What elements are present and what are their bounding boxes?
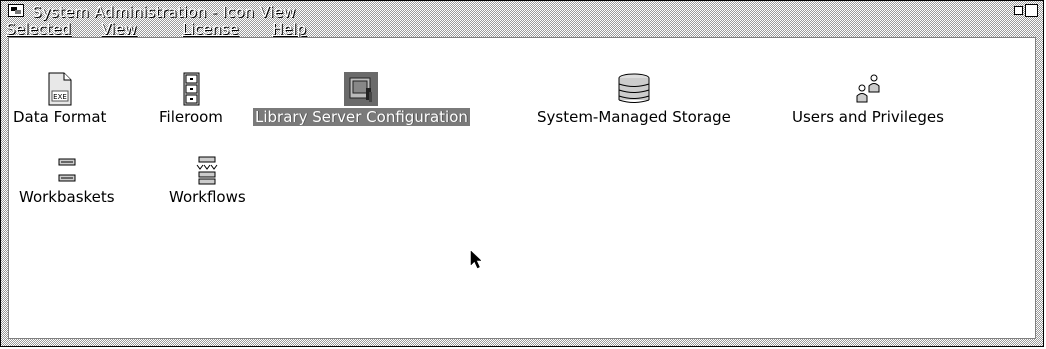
workbasket-icon [58, 158, 76, 182]
icon-item-data-format[interactable]: EXE Data Format [13, 72, 106, 126]
title-bar[interactable]: System Administration - Icon View [2, 2, 1042, 21]
icon-item-users-and-privileges[interactable]: Users and Privileges [792, 72, 944, 126]
icon-item-library-server-configuration[interactable]: Library Server Configuration [253, 72, 470, 126]
icon-view-area[interactable]: EXE Data Format Fileroom Library Server … [8, 37, 1036, 339]
file-cabinet-icon [183, 72, 200, 106]
mouse-pointer-icon [470, 250, 482, 269]
maximize-button[interactable] [1025, 4, 1038, 17]
menu-help[interactable]: Help [272, 20, 306, 38]
icon-item-fileroom[interactable]: Fileroom [159, 72, 223, 126]
icon-item-workflows[interactable]: Workflows [169, 156, 246, 206]
icon-label: Data Format [13, 108, 107, 126]
disk-stack-icon [618, 73, 650, 103]
icon-item-system-managed-storage[interactable]: System-Managed Storage [537, 72, 731, 126]
system-menu-icon[interactable] [8, 4, 24, 17]
icon-label-selected: Library Server Configuration [253, 108, 470, 126]
icon-label: Workflows [169, 188, 246, 206]
icon-label: Workbaskets [19, 188, 115, 206]
menu-license[interactable]: License [182, 20, 239, 38]
workflow-icon [196, 156, 218, 185]
icon-label: Fileroom [159, 108, 223, 126]
server-config-icon [344, 72, 379, 106]
main-window: System Administration - Icon View Select… [0, 0, 1044, 347]
users-icon [856, 74, 880, 103]
window-title: System Administration - Icon View [32, 3, 296, 21]
menu-selected[interactable]: Selected [6, 20, 71, 38]
minimize-button[interactable] [1014, 6, 1023, 15]
document-exe-icon: EXE [48, 72, 72, 106]
icon-item-workbaskets[interactable]: Workbaskets [19, 156, 115, 206]
icon-label: System-Managed Storage [537, 108, 731, 126]
icon-label: Users and Privileges [792, 108, 944, 126]
exe-text: EXE [53, 93, 67, 101]
menu-view[interactable]: View [101, 20, 137, 38]
